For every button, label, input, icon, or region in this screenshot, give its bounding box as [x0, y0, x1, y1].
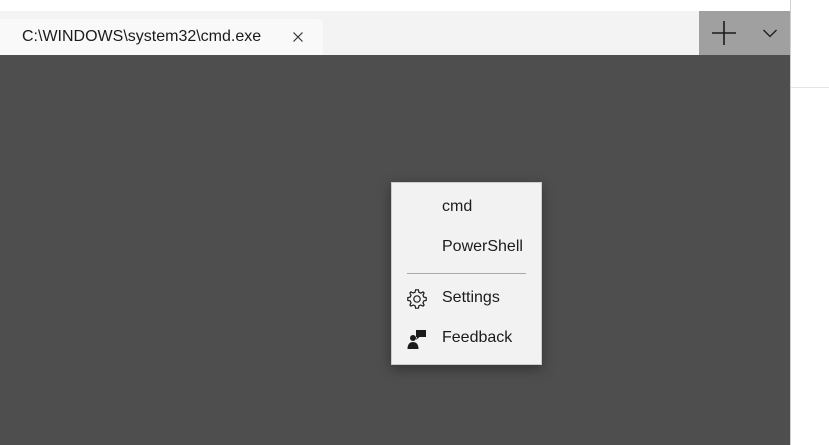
menu-item-label: Feedback	[442, 329, 513, 346]
close-icon[interactable]	[290, 29, 306, 45]
window-border	[790, 0, 791, 445]
menu-item-powershell[interactable]: PowerShell	[392, 230, 541, 266]
tab-title: C:\WINDOWS\system32\cmd.exe	[22, 28, 262, 45]
chevron-down-icon	[763, 29, 777, 38]
title-bar-drag-region[interactable]	[0, 0, 790, 11]
new-tab-button[interactable]	[699, 11, 749, 55]
plus-icon	[712, 21, 736, 45]
feedback-icon	[406, 328, 428, 350]
title-bar: C:\WINDOWS\system32\cmd.exe	[0, 0, 790, 55]
gear-icon	[406, 288, 428, 310]
menu-separator	[407, 273, 526, 274]
tab-cmd[interactable]: C:\WINDOWS\system32\cmd.exe	[0, 19, 323, 55]
menu-item-label: Settings	[442, 289, 500, 306]
menu-item-label: PowerShell	[442, 238, 523, 255]
background-divider	[791, 87, 829, 88]
dropdown-button[interactable]	[749, 11, 790, 55]
menu-item-label: cmd	[442, 198, 473, 215]
menu-item-feedback[interactable]: Feedback	[392, 321, 541, 357]
new-tab-dropdown-menu: cmd PowerShell Settings Feedback	[391, 182, 542, 365]
menu-item-settings[interactable]: Settings	[392, 281, 541, 317]
menu-item-cmd[interactable]: cmd	[392, 190, 541, 226]
